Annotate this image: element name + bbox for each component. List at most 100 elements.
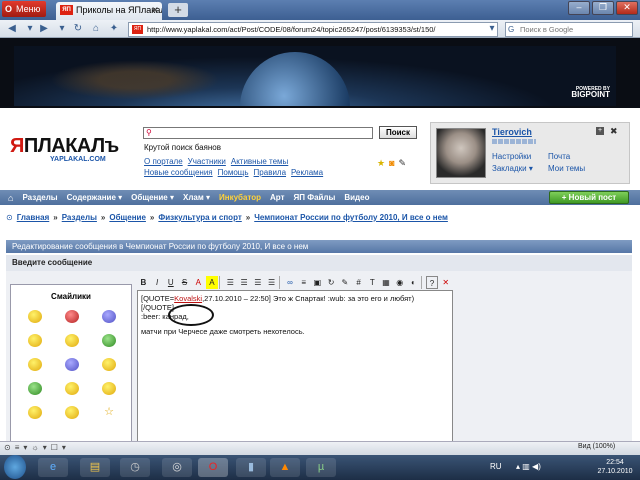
align-right-button[interactable]: ☰ [251,276,264,289]
list-icon[interactable]: ≡ [297,276,310,289]
help-icon[interactable]: ? [425,276,439,289]
nav-item-content[interactable]: Содержание ▾ [67,193,123,202]
italic-button[interactable]: I [151,276,164,289]
status-panel-icon[interactable]: ⊙ [4,443,11,452]
minimize-button[interactable]: – [568,1,590,15]
nav-item-video[interactable]: Видео [344,193,369,202]
username-link[interactable]: Tierovich [492,127,532,137]
tray-arrow-icon[interactable]: ▴ [516,462,520,471]
smiley-icon[interactable] [65,310,79,323]
smiley-icon[interactable] [102,358,116,371]
link-new-messages[interactable]: Новые сообщения [144,168,213,177]
edit-icon[interactable]: ✎ [339,276,352,289]
link-about[interactable]: О портале [144,157,183,166]
new-post-button[interactable]: + Новый пост [549,191,629,204]
link-active-topics[interactable]: Активные темы [231,157,288,166]
new-tab-button[interactable]: + [168,3,188,17]
bold-button[interactable]: B [137,276,150,289]
site-search-input[interactable] [143,127,373,139]
status-dropdown-icon[interactable]: ▾ [62,443,66,452]
back-icon[interactable]: ◀ [4,22,20,36]
nav-item-incubator[interactable]: Инкубатор [219,193,261,202]
maximize-button[interactable]: ❐ [592,1,614,15]
text-icon[interactable]: T [366,276,379,289]
zoom-control[interactable]: Вид (100%) [578,443,615,450]
smiley-icon[interactable] [65,382,79,395]
smiley-icon[interactable] [65,358,79,371]
logout-icon[interactable]: ✖ [610,126,618,137]
user-mail-link[interactable]: Почта [548,152,570,161]
link-rules[interactable]: Правила [254,168,286,177]
volume-icon[interactable]: ◀) [532,462,541,471]
breadcrumb-item[interactable]: Разделы [62,213,97,222]
status-images-icon[interactable]: ☐ [51,443,58,452]
breadcrumb-item[interactable]: Общение [109,213,146,222]
user-bookmarks-link[interactable]: Закладки ▾ [492,164,533,173]
smiley-icon[interactable] [102,382,116,395]
explorer-icon[interactable]: ▤ [80,458,110,477]
user-settings-link[interactable]: Настройки [492,152,531,161]
smiley-icon[interactable] [28,406,42,419]
vlc-icon[interactable]: ▲ [270,458,300,477]
link-icon[interactable]: ∞ [284,276,297,289]
breadcrumb-item[interactable]: Главная [17,213,50,222]
pencil-icon[interactable]: ✎ [399,158,407,169]
link-ads[interactable]: Реклама [291,168,323,177]
reload-icon[interactable]: ↻ [70,22,86,36]
url-input[interactable]: http://www.yaplakal.com/act/Post/CODE/08… [128,22,498,37]
table-icon[interactable]: ▦ [380,276,393,289]
smiley-icon[interactable] [28,310,42,323]
breadcrumb-item[interactable]: Физкультура и спорт [158,213,241,222]
undo-icon[interactable]: ↻ [325,276,338,289]
wand-icon[interactable]: ✦ [106,22,122,36]
smiley-icon[interactable] [28,334,42,347]
site-search-button[interactable]: Поиск [379,126,417,139]
site-logo[interactable]: ЯПЛАКАЛъ YAPLAKAL.COM [10,136,130,166]
text-color-button[interactable]: A [192,276,205,289]
url-dropdown-icon[interactable]: ▾ [484,22,500,36]
nav-item-communication[interactable]: Общение ▾ [131,193,174,202]
opera-menu-button[interactable]: Меню [2,1,46,17]
nav-item-sections[interactable]: Разделы [22,193,57,202]
forward-icon[interactable]: ▶ [36,22,52,36]
avatar[interactable] [436,128,486,178]
close-window-button[interactable]: ✕ [616,1,638,15]
smiley-icon[interactable] [102,310,116,323]
justify-button[interactable]: ☰ [265,276,278,289]
utorrent-icon[interactable]: µ [306,458,336,477]
web-search-input[interactable]: Поиск в Google [505,22,633,37]
clear-icon[interactable]: ✕ [439,276,452,289]
align-center-button[interactable]: ☰ [238,276,251,289]
nav-item-files[interactable]: ЯП Файлы [294,193,336,202]
taskbar-clock[interactable]: 22:54 27.10.2010 [594,458,636,476]
ie-icon[interactable]: e [38,458,68,477]
status-menu-icon[interactable]: ≡ [15,443,20,452]
nav-item-art[interactable]: Арт [270,193,284,202]
smiley-icon[interactable] [28,382,42,395]
smiley-icon[interactable] [65,406,79,419]
star-icon[interactable]: ★ [377,158,385,169]
home-icon[interactable]: ⌂ [88,22,104,36]
start-button[interactable] [4,455,26,479]
spoiler-icon[interactable]: ◐ [407,276,420,289]
forward-history-icon[interactable]: ▾ [54,22,70,36]
chrome-icon[interactable]: ◎ [162,458,192,477]
align-left-button[interactable]: ☰ [224,276,237,289]
smiley-icon[interactable] [28,358,42,371]
keyboard-language[interactable]: RU [490,462,502,471]
highlight-button[interactable]: A [205,276,219,289]
hash-icon[interactable]: # [352,276,365,289]
status-dropdown-icon[interactable]: ▾ [23,443,27,452]
rss-icon[interactable]: ◙ [389,158,394,169]
user-topics-link[interactable]: Мои темы [548,164,585,173]
home-nav-icon[interactable]: ⌂ [8,193,13,203]
media-icon[interactable]: ◉ [393,276,406,289]
link-members[interactable]: Участники [188,157,226,166]
status-dropdown-icon[interactable]: ▾ [43,443,47,452]
image-icon[interactable]: ▣ [311,276,324,289]
app-icon[interactable]: ▮ [236,458,266,477]
link-help[interactable]: Помощь [218,168,249,177]
status-turbo-icon[interactable]: ☼ [31,443,38,452]
smiley-icon[interactable] [102,334,116,347]
smiley-icon[interactable] [65,334,79,347]
